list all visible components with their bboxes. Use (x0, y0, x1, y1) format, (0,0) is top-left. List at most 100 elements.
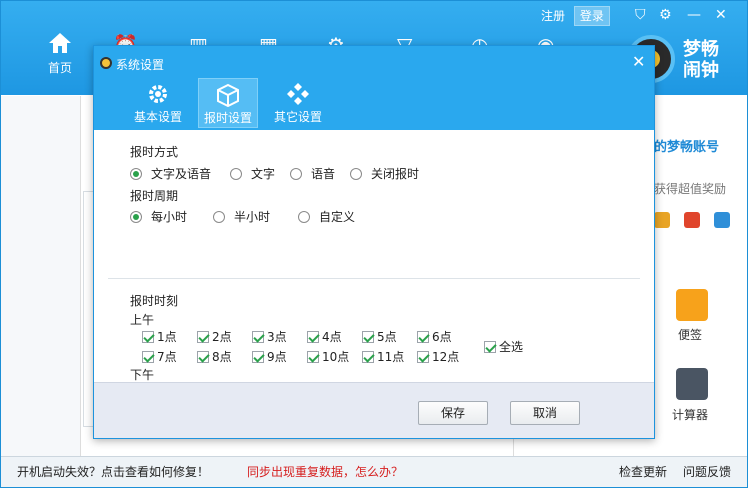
hour-label: 5点 (377, 330, 397, 344)
settings-gear-icon[interactable]: ⚙ (659, 7, 672, 23)
hour-label: 9点 (267, 350, 287, 364)
close-window-icon[interactable]: ✕ (715, 7, 727, 23)
radio-label: 半小时 (234, 210, 271, 224)
hour-checkbox[interactable]: 7点 (142, 348, 177, 365)
radio-label: 自定义 (319, 210, 356, 224)
notes-icon[interactable] (676, 289, 708, 321)
radio-voice-only[interactable]: 语音 (290, 165, 335, 182)
diamonds-icon (287, 83, 309, 105)
minimize-icon[interactable]: — (687, 7, 701, 23)
checkbox-box (362, 350, 374, 363)
radio-dot (130, 210, 142, 223)
left-sidebar (1, 96, 81, 456)
checkbox-box (197, 330, 209, 343)
status-bar: 开机启动失效？点击查看如何修复！ 同步出现重复数据，怎么办？ 检查更新 问题反馈 (1, 456, 747, 487)
radio-dot (213, 210, 225, 223)
period-label: 报时周期 (130, 189, 179, 203)
hour-label: 3点 (267, 330, 287, 344)
brand-name: 梦畅 闹钟 (683, 39, 719, 81)
checkbox-box (307, 330, 319, 343)
mode-label: 报时方式 (130, 145, 179, 159)
dialog-footer: 保存 取消 (94, 382, 654, 438)
tab-label: 其它设置 (273, 110, 322, 124)
radio-label: 语音 (311, 167, 336, 181)
gift-icons (654, 212, 740, 231)
hour-checkbox[interactable]: 1点 (142, 328, 177, 345)
save-button[interactable]: 保存 (418, 401, 488, 425)
radio-label: 文字 (251, 167, 276, 181)
hour-label: 2点 (212, 330, 232, 344)
checkbox-box (252, 330, 264, 343)
hour-label: 11点 (377, 350, 405, 364)
brand-name-line1: 梦畅 (683, 39, 719, 60)
startup-fail-link[interactable]: 开机启动失效？点击查看如何修复！ (17, 463, 209, 480)
checkbox-box (417, 350, 429, 363)
nav-home-label: 首页 (47, 61, 72, 75)
dialog-header: 系统设置 ✕ 基本设置 报时设置 其它设置 (94, 46, 654, 130)
radio-dot (230, 167, 242, 180)
radio-half-hourly[interactable]: 半小时 (213, 208, 270, 225)
nav-home[interactable]: 首页 (31, 31, 89, 87)
pm-label: 下午 (130, 368, 155, 382)
account-links: 注册 登录 (536, 6, 610, 26)
am-label: 上午 (130, 313, 155, 327)
radio-dot (130, 167, 142, 180)
app-logo-icon (100, 57, 112, 69)
checkbox-box (417, 330, 429, 343)
hour-checkbox[interactable]: 2点 (197, 328, 232, 345)
hour-checkbox[interactable]: 3点 (252, 328, 287, 345)
calculator-label[interactable]: 计算器 (672, 406, 708, 423)
checkbox-box (252, 350, 264, 363)
checkbox-label: 全选 (499, 340, 524, 354)
dialog-body: 报时方式 文字及语音 文字 语音 关闭报时 报时周期 每小时 半小时 自定义 报… (94, 130, 654, 419)
gift-present-icon[interactable] (683, 212, 700, 228)
am-select-all-checkbox[interactable]: 全选 (484, 338, 523, 355)
checkbox-box (362, 330, 374, 343)
hour-checkbox[interactable]: 9点 (252, 348, 287, 365)
check-update-link[interactable]: 检查更新 (619, 463, 667, 480)
tab-label: 基本设置 (133, 110, 182, 124)
register-link[interactable]: 注册 (536, 7, 570, 25)
hour-label: 10点 (322, 350, 350, 364)
hour-label: 6点 (432, 330, 452, 344)
radio-dot (290, 167, 302, 180)
duplicate-data-link[interactable]: 同步出现重复数据，怎么办？ (247, 463, 403, 480)
cube-icon (217, 83, 239, 107)
hour-checkbox[interactable]: 4点 (307, 328, 342, 345)
home-icon (49, 33, 71, 53)
tab-other-settings[interactable]: 其它设置 (268, 78, 328, 128)
radio-dot (298, 210, 310, 223)
radio-custom[interactable]: 自定义 (298, 208, 355, 225)
brand-name-line2: 闹钟 (683, 60, 719, 81)
checkbox-box (142, 350, 154, 363)
radio-label: 每小时 (151, 210, 188, 224)
radio-disable-report[interactable]: 关闭报时 (350, 165, 419, 182)
radio-text-only[interactable]: 文字 (230, 165, 275, 182)
radio-hourly[interactable]: 每小时 (130, 208, 187, 225)
skin-icon[interactable]: ⛉ (635, 7, 646, 23)
login-link[interactable]: 登录 (573, 6, 610, 26)
radio-text-and-voice[interactable]: 文字及语音 (130, 165, 211, 182)
hour-label: 1点 (157, 330, 177, 344)
cancel-button[interactable]: 取消 (510, 401, 580, 425)
hour-checkbox[interactable]: 12点 (417, 348, 459, 365)
hour-checkbox[interactable]: 10点 (307, 348, 349, 365)
dialog-close-icon[interactable]: ✕ (632, 52, 645, 71)
checkbox-box (142, 330, 154, 343)
hour-checkbox[interactable]: 11点 (362, 348, 404, 365)
feedback-link[interactable]: 问题反馈 (683, 463, 731, 480)
checkbox-box (484, 340, 496, 353)
gift-card-icon[interactable] (713, 212, 730, 228)
hour-checkbox[interactable]: 8点 (197, 348, 232, 365)
divider (108, 278, 640, 279)
dialog-title: 系统设置 (116, 58, 165, 72)
hour-checkbox[interactable]: 5点 (362, 328, 397, 345)
gift-box-icon[interactable] (654, 212, 670, 228)
hour-checkbox[interactable]: 6点 (417, 328, 452, 345)
calculator-icon[interactable] (676, 368, 708, 400)
account-text[interactable]: 的梦畅账号 (654, 136, 719, 155)
notes-label[interactable]: 便签 (678, 326, 702, 343)
tab-basic-settings[interactable]: 基本设置 (128, 78, 188, 128)
tab-time-report-settings[interactable]: 报时设置 (198, 78, 258, 128)
radio-label: 关闭报时 (371, 167, 420, 181)
